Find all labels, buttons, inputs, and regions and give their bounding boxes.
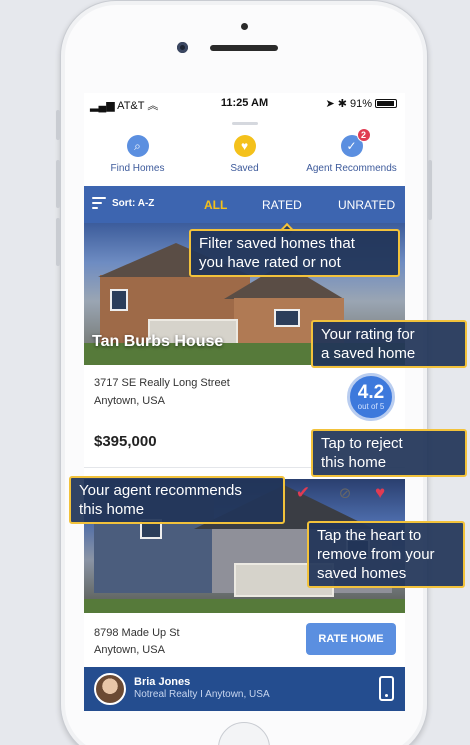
agent-bar[interactable]: Bria Jones Notreal Realty I Anytown, USA <box>84 667 405 711</box>
tooltip-line: this home <box>79 501 145 518</box>
tooltip-line: Filter saved homes that <box>199 235 355 252</box>
listing-address: 3717 SE Really Long Street <box>94 377 230 389</box>
front-camera <box>177 42 188 53</box>
volume-up-button <box>56 160 60 208</box>
mute-switch <box>56 110 60 140</box>
bluetooth-icon: ✱ <box>337 98 347 110</box>
rate-home-button[interactable]: RATE HOME <box>306 623 396 655</box>
earpiece-speaker <box>210 45 278 51</box>
agent-company: Notreal Realty I Anytown, USA <box>134 689 270 700</box>
tooltip-line: Tap the heart to <box>317 527 422 544</box>
drag-handle[interactable] <box>232 122 258 125</box>
tooltip-line: Tap to reject <box>321 435 403 452</box>
battery-icon <box>375 99 397 108</box>
notification-badge: 2 <box>356 128 371 142</box>
top-navigation: ⌕ Find Homes ♥ Saved ✓ 2 Agent Recommend… <box>84 128 405 185</box>
battery-percent: 91% <box>349 97 372 110</box>
app-screen: ▂▄▆ AT&T ︽ 11:25 AM ➤ ✱ 91% ⌕ Find Homes… <box>84 93 405 711</box>
lawn <box>84 599 405 613</box>
status-bar: ▂▄▆ AT&T ︽ 11:25 AM ➤ ✱ 91% <box>84 93 405 115</box>
tooltip-line: remove from your <box>317 546 435 563</box>
reject-icon[interactable]: ⊘ <box>335 483 355 503</box>
listing-city: Anytown, USA <box>94 644 165 656</box>
sort-button[interactable]: Sort: A-Z <box>92 197 154 209</box>
phone-icon[interactable] <box>379 676 394 701</box>
listing-title[interactable]: Tan Burbs House <box>92 333 223 351</box>
tab-all[interactable]: ALL <box>204 198 227 212</box>
nav-agent-recommends[interactable]: ✓ 2 Agent Recommends <box>302 128 402 185</box>
filter-bar: Sort: A-Z ALL RATED UNRATED <box>84 186 405 223</box>
tooltip-reject: Tap to reject this home <box>311 429 467 477</box>
tab-rated[interactable]: RATED <box>262 198 302 212</box>
listing-city: Anytown, USA <box>94 395 165 407</box>
rating-scale: out of 5 <box>357 401 385 411</box>
search-homes-icon: ⌕ <box>126 135 149 157</box>
window <box>274 309 300 327</box>
nav-label: Saved <box>230 163 259 174</box>
sort-label: Sort: A-Z <box>112 197 155 209</box>
volume-down-button <box>56 218 60 266</box>
tooltip-line: Your rating for <box>321 326 415 343</box>
rating-value: 4.2 <box>357 381 385 403</box>
sort-icon <box>92 197 106 209</box>
window <box>110 289 128 311</box>
recommended-check-icon: ✔ <box>295 483 311 502</box>
heart-icon: ♥ <box>233 135 256 157</box>
agent-name: Bria Jones <box>134 676 191 688</box>
nav-label: Agent Recommends <box>306 163 397 174</box>
saved-heart-icon[interactable]: ♥ <box>370 483 390 503</box>
tooltip-rating: Your rating for a saved home <box>311 320 467 368</box>
tooltip-line: Your agent recommends <box>79 482 242 499</box>
tooltip-line: a saved home <box>321 345 416 362</box>
nav-label: Find Homes <box>110 163 165 174</box>
rating-badge[interactable]: 4.2 out of 5 <box>347 373 395 421</box>
tooltip-line: this home <box>321 454 387 471</box>
check-icon: ✓ 2 <box>340 128 371 157</box>
nav-find-homes[interactable]: ⌕ Find Homes <box>88 129 188 185</box>
tooltip-line: saved homes <box>317 565 407 582</box>
status-right: ➤ ✱ 91% <box>326 97 397 110</box>
power-button <box>428 160 432 220</box>
nav-saved[interactable]: ♥ Saved <box>195 129 295 185</box>
tooltip-remove: Tap the heart to remove from your saved … <box>307 521 465 588</box>
tooltip-line: you have rated or not <box>199 254 341 271</box>
tooltip-recommend: Your agent recommends this home <box>69 476 285 524</box>
proximity-sensor <box>241 23 248 30</box>
listing-address: 8798 Made Up St <box>94 627 180 639</box>
listing-price: $395,000 <box>94 433 157 450</box>
avatar <box>94 673 126 705</box>
location-icon: ➤ <box>325 98 335 110</box>
tab-unrated[interactable]: UNRATED <box>338 198 395 212</box>
tooltip-filter: Filter saved homes that you have rated o… <box>189 229 400 277</box>
